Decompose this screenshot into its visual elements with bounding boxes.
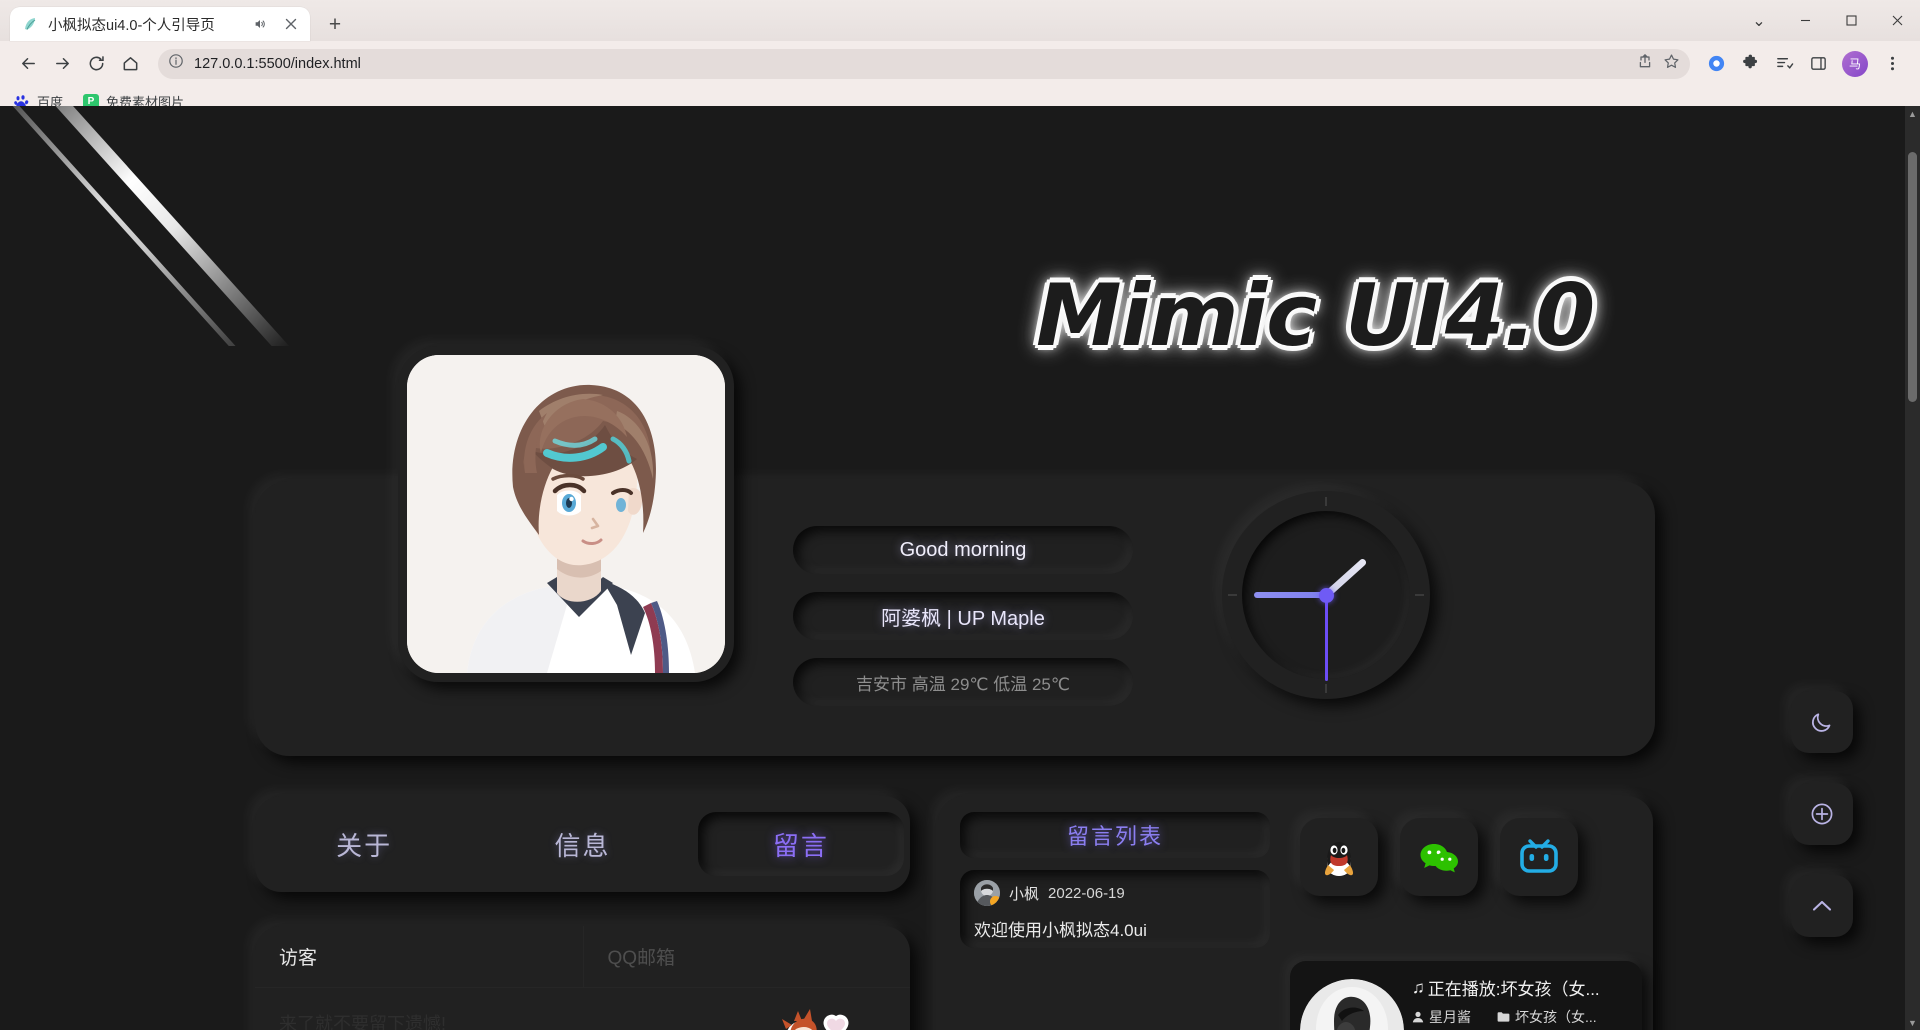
scroll-up-arrow[interactable]: ▲ — [1905, 106, 1920, 121]
name-pill: 阿婆枫 | UP Maple — [793, 592, 1133, 640]
now-playing-title: ♫ 正在播放:坏女孩（女... — [1412, 975, 1632, 1000]
social-link-wechat[interactable] — [1400, 818, 1478, 896]
profile-avatar[interactable]: 马 — [1842, 50, 1868, 77]
profile-info-stack: Good morning 阿婆枫 | UP Maple 吉安市 高温 29℃ 低… — [793, 526, 1133, 706]
clock-second-hand — [1324, 595, 1328, 681]
forward-arrow-icon[interactable] — [46, 48, 78, 80]
folder-icon — [1497, 1012, 1510, 1022]
page-scrollbar[interactable]: ▲ ▼ — [1905, 106, 1920, 1030]
decorative-streak — [0, 106, 300, 346]
site-info-icon[interactable] — [168, 53, 184, 74]
floating-action-buttons — [1791, 691, 1853, 937]
form-row: 访客 QQ邮箱 — [255, 926, 910, 988]
minimize-button[interactable] — [1782, 0, 1828, 41]
artist-row: 星月酱 — [1412, 1007, 1471, 1027]
lens-icon[interactable] — [1700, 48, 1732, 80]
wechat-icon — [1419, 837, 1459, 877]
scrollbar-thumb[interactable] — [1908, 152, 1917, 402]
home-icon[interactable] — [114, 48, 146, 80]
back-arrow-icon[interactable] — [12, 48, 44, 80]
album-name: 坏女孩（女... — [1515, 1009, 1597, 1025]
message-author: 小枫 — [1009, 885, 1040, 903]
browser-titlebar: 小枫拟态ui4.0-个人引导页 + ⌄ — [0, 0, 1920, 41]
add-button[interactable] — [1791, 783, 1853, 845]
back-to-top-button[interactable] — [1791, 875, 1853, 937]
artist-name: 星月酱 — [1429, 1009, 1471, 1025]
visitor-name-input[interactable]: 访客 — [255, 926, 583, 987]
qq-icon — [1319, 837, 1359, 877]
side-panel-icon[interactable] — [1802, 48, 1834, 80]
toolbar-right-group: 马 — [1700, 48, 1908, 80]
tab-about[interactable]: 关于 — [261, 812, 467, 876]
clock-pivot — [1318, 587, 1334, 603]
moon-icon — [1809, 709, 1835, 735]
bilibili-icon — [1519, 837, 1559, 877]
browser-window: 小枫拟态ui4.0-个人引导页 + ⌄ 127.0.0.1:5500/index… — [0, 0, 1920, 1030]
song-name: 正在播放:坏女孩（女... — [1427, 980, 1600, 999]
avatar — [398, 346, 734, 682]
status-badge — [990, 896, 1000, 906]
clock-minute-hand — [1254, 592, 1326, 598]
reload-icon[interactable] — [80, 48, 112, 80]
message-date: 2022-06-19 — [1048, 884, 1125, 902]
social-link-bilibili[interactable] — [1500, 818, 1578, 896]
close-icon[interactable] — [280, 13, 302, 35]
clock-face — [1222, 491, 1430, 699]
player-details: ♫ 正在播放:坏女孩（女... 星月酱 坏女孩（女... — [1404, 961, 1642, 1030]
weather-pill: 吉安市 高温 29℃ 低温 25℃ — [793, 658, 1133, 706]
star-icon[interactable] — [1663, 53, 1680, 75]
tab-message[interactable]: 留言 — [698, 812, 904, 876]
tab-info[interactable]: 信息 — [479, 812, 685, 876]
message-text: 欢迎使用小枫拟态4.0ui — [974, 921, 1147, 940]
message-panel: 留言列表 小枫 2022-06-19 欢迎使用小枫拟态4.0ui ♫ 正在播放:… — [938, 796, 1653, 1030]
social-links — [1300, 818, 1578, 896]
couple-sticker-image — [738, 1001, 868, 1030]
plus-circle-icon — [1809, 801, 1835, 827]
music-note-icon: ♫ — [1412, 977, 1425, 997]
player-meta: 星月酱 坏女孩（女... — [1412, 1007, 1632, 1027]
page-title: Mimic UI4.0 — [1036, 266, 1595, 366]
person-icon — [1412, 1011, 1424, 1023]
address-bar[interactable]: 127.0.0.1:5500/index.html — [158, 48, 1690, 79]
url-text: 127.0.0.1:5500/index.html — [194, 55, 361, 72]
new-tab-button[interactable]: + — [320, 9, 350, 39]
music-player: ♫ 正在播放:坏女孩（女... 星月酱 坏女孩（女... — [1290, 961, 1642, 1030]
message-list-item[interactable]: 小枫 2022-06-19 欢迎使用小枫拟态4.0ui — [960, 870, 1270, 948]
favicon-icon — [22, 16, 39, 33]
avatar-image — [407, 355, 725, 673]
tab-search-button[interactable]: ⌄ — [1736, 0, 1782, 41]
album-cover — [1300, 979, 1404, 1030]
analog-clock — [1222, 491, 1430, 699]
personal-homepage: Mimic UI4.0 Good morning 阿婆枫 | UP Maple … — [0, 106, 1905, 1030]
window-close-button[interactable] — [1874, 0, 1920, 41]
message-header: 小枫 2022-06-19 — [974, 880, 1256, 906]
share-icon[interactable] — [1637, 53, 1653, 74]
kebab-menu-icon[interactable] — [1876, 48, 1908, 80]
tab-title: 小枫拟态ui4.0-个人引导页 — [48, 17, 215, 34]
scroll-down-arrow[interactable]: ▼ — [1905, 1015, 1920, 1030]
avatar — [974, 880, 1000, 906]
maximize-button[interactable] — [1828, 0, 1874, 41]
reading-list-icon[interactable] — [1768, 48, 1800, 80]
qq-email-input[interactable]: QQ邮箱 — [582, 926, 911, 987]
message-list-title: 留言列表 — [960, 812, 1270, 858]
browser-toolbar: 127.0.0.1:5500/index.html 马 — [0, 41, 1920, 86]
puzzle-icon[interactable] — [1734, 48, 1766, 80]
page-viewport: Mimic UI4.0 Good morning 阿婆枫 | UP Maple … — [0, 106, 1920, 1030]
album-row: 坏女孩（女... — [1497, 1007, 1597, 1027]
window-controls: ⌄ — [1736, 0, 1920, 41]
browser-tab[interactable]: 小枫拟态ui4.0-个人引导页 — [10, 7, 310, 41]
speaker-icon[interactable] — [249, 13, 271, 35]
chevron-up-icon — [1809, 893, 1835, 919]
social-link-qq[interactable] — [1300, 818, 1378, 896]
dark-mode-toggle-button[interactable] — [1791, 691, 1853, 753]
greeting-pill: Good morning — [793, 526, 1133, 574]
content-tabs: 关于 信息 留言 — [255, 796, 910, 892]
